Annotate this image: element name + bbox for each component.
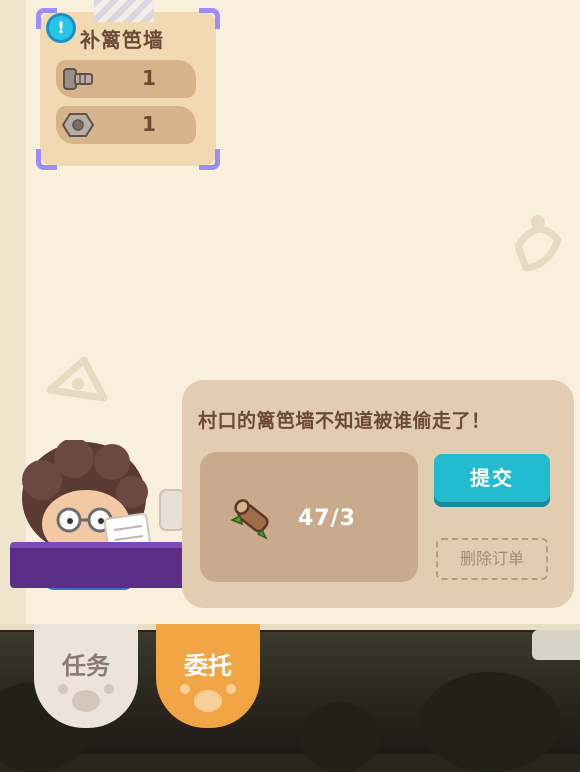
commission-panel: ! 补篱笆墙 1 1 村口的篱笆墙不知道被谁偷走了！ 47/3 提交 删除订单	[0, 0, 580, 630]
nut-icon	[62, 113, 94, 137]
selection-corner	[199, 149, 220, 170]
order-title: 补篱笆墙	[80, 28, 164, 52]
delete-order-button[interactable]: 删除订单	[436, 538, 548, 580]
paw-toe	[104, 684, 114, 694]
item-count: 47/3	[298, 506, 356, 531]
tree-silhouette	[420, 672, 560, 772]
requirement-row-nut: 1	[56, 106, 196, 144]
desk	[10, 542, 196, 588]
delivery-item-box: 47/3	[200, 452, 418, 582]
order-card[interactable]: ! 补篱笆墙 1 1	[36, 0, 220, 170]
tab-label: 委托	[184, 652, 232, 680]
wood-log-icon	[230, 499, 269, 540]
paw-toe	[58, 684, 68, 694]
tree-silhouette	[300, 702, 380, 772]
order-dialog: 村口的篱笆墙不知道被谁偷走了！ 47/3 提交 删除订单	[182, 380, 574, 608]
paw-icon	[72, 690, 100, 712]
fish-bone-deco-icon	[46, 356, 108, 402]
paw-toe	[180, 684, 190, 694]
paw-toe	[226, 684, 236, 694]
tab-label: 任务	[62, 652, 110, 680]
bolt-icon	[63, 68, 93, 90]
tab-task[interactable]: 任务	[34, 624, 138, 728]
side-button-fragment[interactable]	[532, 630, 580, 660]
requirement-quantity: 1	[142, 112, 156, 136]
tape-decoration	[94, 0, 154, 22]
tab-commission[interactable]: 委托	[156, 624, 260, 728]
requirement-row-bolt: 1	[56, 60, 196, 98]
submit-button[interactable]: 提交	[434, 454, 550, 502]
fish-bone-deco-icon	[514, 215, 562, 272]
selection-corner	[36, 149, 57, 170]
selection-corner	[199, 8, 220, 29]
exclamation-icon: !	[46, 13, 76, 43]
paw-icon	[194, 690, 222, 712]
requirement-quantity: 1	[142, 66, 156, 90]
dialog-message: 村口的篱笆墙不知道被谁偷走了！	[198, 410, 491, 432]
